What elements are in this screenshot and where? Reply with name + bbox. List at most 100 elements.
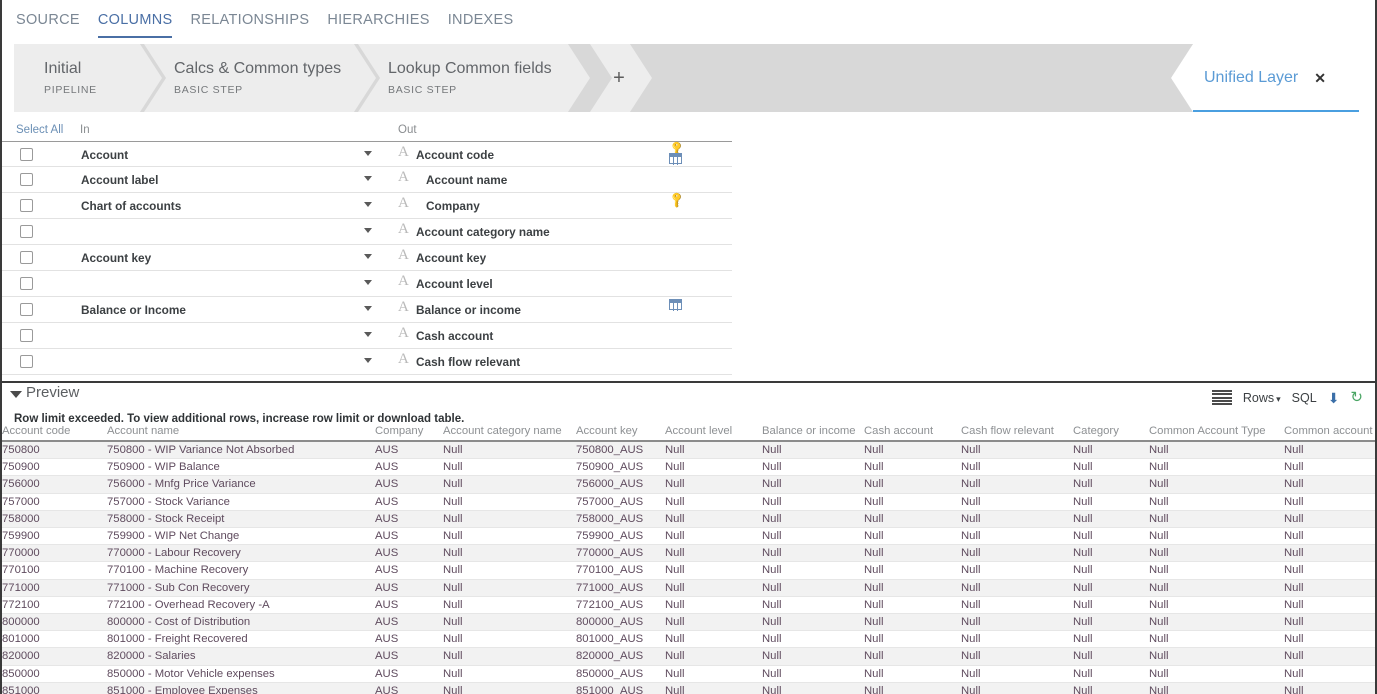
table-row[interactable]: 750900750900 - WIP BalanceAUSNull750900_… xyxy=(2,459,1375,476)
col-header-account-level[interactable]: Account level xyxy=(665,425,762,441)
rows-table-icon[interactable] xyxy=(1212,390,1232,405)
col-header-account-name[interactable]: Account name xyxy=(107,425,375,441)
col-header-cash-flow-relevant[interactable]: Cash flow relevant xyxy=(961,425,1073,441)
row-checkbox[interactable] xyxy=(20,251,33,264)
preview-table-scroll[interactable]: Account code Account name Company Accoun… xyxy=(2,425,1375,694)
select-all-link[interactable]: Select All xyxy=(16,124,63,136)
close-icon[interactable]: ✕ xyxy=(1314,70,1326,87)
chevron-down-icon[interactable] xyxy=(364,306,372,311)
row-checkbox[interactable] xyxy=(20,225,33,238)
table-cell: Null xyxy=(864,441,961,459)
plus-icon: + xyxy=(613,68,625,88)
col-header-company[interactable]: Company xyxy=(375,425,443,441)
chevron-down-icon[interactable] xyxy=(364,176,372,181)
table-cell: Null xyxy=(1073,545,1149,562)
table-cell: Null xyxy=(665,682,762,694)
chevron-down-icon[interactable] xyxy=(364,358,372,363)
table-cell: 759900 xyxy=(2,528,107,545)
mapping-row[interactable]: Account A Account code 🔑 xyxy=(2,141,732,167)
col-header-cash-account[interactable]: Cash account xyxy=(864,425,961,441)
row-checkbox[interactable] xyxy=(20,199,33,212)
table-cell: Null xyxy=(443,441,576,459)
tab-columns[interactable]: COLUMNS xyxy=(98,0,173,38)
table-cell: Null xyxy=(1149,614,1284,631)
table-cell: AUS xyxy=(375,562,443,579)
mapping-row[interactable]: Account label A Account name xyxy=(2,167,732,193)
col-header-balance-or-income[interactable]: Balance or income xyxy=(762,425,864,441)
table-row[interactable]: 758000758000 - Stock ReceiptAUSNull75800… xyxy=(2,510,1375,527)
add-step-button[interactable]: + xyxy=(590,44,652,112)
table-row[interactable]: 759900759900 - WIP Net ChangeAUSNull7599… xyxy=(2,528,1375,545)
sql-button[interactable]: SQL xyxy=(1292,391,1317,405)
rows-dropdown[interactable]: Rows▾ xyxy=(1243,391,1281,405)
mapping-row[interactable]: A Account category name xyxy=(2,219,732,245)
col-header-account-code[interactable]: Account code xyxy=(2,425,107,441)
text-type-icon: A xyxy=(398,196,409,211)
table-row[interactable]: 771000771000 - Sub Con RecoveryAUSNull77… xyxy=(2,579,1375,596)
mapping-row[interactable]: A Cash account xyxy=(2,323,732,349)
row-checkbox[interactable] xyxy=(20,148,33,161)
pipeline-step-lookup-common-fields[interactable]: Lookup Common fields BASIC STEP xyxy=(358,44,590,112)
table-cell: Null xyxy=(762,493,864,510)
table-row[interactable]: 851000851000 - Employee ExpensesAUSNull8… xyxy=(2,682,1375,694)
row-checkbox[interactable] xyxy=(20,303,33,316)
table-row[interactable]: 757000757000 - Stock VarianceAUSNull7570… xyxy=(2,493,1375,510)
table-cell: Null xyxy=(864,579,961,596)
table-cell: Null xyxy=(864,665,961,682)
row-checkbox[interactable] xyxy=(20,173,33,186)
table-row[interactable]: 770100770100 - Machine RecoveryAUSNull77… xyxy=(2,562,1375,579)
table-row[interactable]: 820000820000 - SalariesAUSNull820000_AUS… xyxy=(2,648,1375,665)
col-header-common-account-type[interactable]: Common Account Type xyxy=(1149,425,1284,441)
table-cell: Null xyxy=(762,510,864,527)
col-header-account-category-name[interactable]: Account category name xyxy=(443,425,576,441)
tab-source[interactable]: SOURCE xyxy=(16,0,80,38)
chevron-down-icon[interactable] xyxy=(10,391,22,398)
table-grid-icon xyxy=(669,299,682,310)
mapping-row[interactable]: A Account level xyxy=(2,271,732,297)
pipeline-step-initial[interactable]: Initial PIPELINE xyxy=(14,44,162,112)
table-cell: 750900_AUS xyxy=(576,459,665,476)
table-row[interactable]: 756000756000 - Mnfg Price VarianceAUSNul… xyxy=(2,476,1375,493)
chevron-down-icon[interactable] xyxy=(364,332,372,337)
chevron-down-icon[interactable] xyxy=(364,228,372,233)
col-header-common-account-type-name[interactable]: Common account Type Name xyxy=(1284,425,1375,441)
col-header-account-key[interactable]: Account key xyxy=(576,425,665,441)
chevron-down-icon[interactable] xyxy=(364,202,372,207)
mapping-row[interactable]: Chart of accounts A Company 🔑 xyxy=(2,193,732,219)
table-row[interactable]: 850000850000 - Motor Vehicle expensesAUS… xyxy=(2,665,1375,682)
pipeline-step-title: Initial xyxy=(44,60,162,78)
tab-indexes[interactable]: INDEXES xyxy=(448,0,514,38)
row-checkbox[interactable] xyxy=(20,355,33,368)
download-icon[interactable]: ⬇ xyxy=(1328,391,1340,405)
mapping-row[interactable]: A Cash flow relevant xyxy=(2,349,732,375)
row-checkbox[interactable] xyxy=(20,329,33,342)
pipeline-step-subtitle: BASIC STEP xyxy=(388,84,590,96)
layer-tab-unified-layer[interactable]: Unified Layer ✕ xyxy=(1171,44,1359,112)
chevron-down-icon[interactable] xyxy=(364,280,372,285)
table-cell: Null xyxy=(1149,528,1284,545)
mapping-row[interactable]: Account key A Account key xyxy=(2,245,732,271)
mapping-row[interactable]: Balance or Income A Balance or income xyxy=(2,297,732,323)
table-cell: 750800_AUS xyxy=(576,441,665,459)
tab-hierarchies[interactable]: HIERARCHIES xyxy=(327,0,429,38)
col-header-category[interactable]: Category xyxy=(1073,425,1149,441)
mapping-in-name: Account key xyxy=(81,251,151,265)
row-badges: 🔑 xyxy=(668,195,686,217)
table-cell: AUS xyxy=(375,631,443,648)
tab-relationships[interactable]: RELATIONSHIPS xyxy=(190,0,309,38)
preview-table-body: 750800750800 - WIP Variance Not Absorbed… xyxy=(2,441,1375,694)
table-row[interactable]: 750800750800 - WIP Variance Not Absorbed… xyxy=(2,441,1375,459)
table-cell: Null xyxy=(1073,493,1149,510)
row-checkbox[interactable] xyxy=(20,277,33,290)
chevron-down-icon[interactable] xyxy=(364,151,372,156)
table-cell: 770100 xyxy=(2,562,107,579)
table-row[interactable]: 772100772100 - Overhead Recovery -AAUSNu… xyxy=(2,596,1375,613)
table-cell: Null xyxy=(864,545,961,562)
table-row[interactable]: 800000800000 - Cost of DistributionAUSNu… xyxy=(2,614,1375,631)
table-row[interactable]: 770000770000 - Labour RecoveryAUSNull770… xyxy=(2,545,1375,562)
refresh-icon[interactable]: ↻ xyxy=(1350,390,1363,405)
table-row[interactable]: 801000801000 - Freight RecoveredAUSNull8… xyxy=(2,631,1375,648)
pipeline-step-calcs-common-types[interactable]: Calcs & Common types BASIC STEP xyxy=(144,44,376,112)
table-cell: Null xyxy=(1149,648,1284,665)
chevron-down-icon[interactable] xyxy=(364,254,372,259)
